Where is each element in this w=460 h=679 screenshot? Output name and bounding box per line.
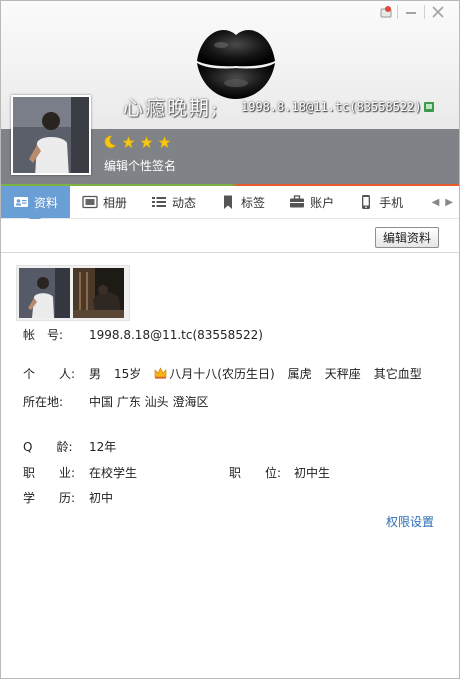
moon-icon (104, 135, 117, 149)
job-row: 职 业: 在校学生 职 位: 初中生 (23, 464, 330, 481)
tab-tags[interactable]: 标签 (208, 186, 277, 218)
location-value: 中国 广东 汕头 澄海区 (89, 395, 209, 409)
education-row: 学 历: 初中 (23, 489, 113, 506)
field-label: 学 历: (23, 491, 76, 505)
zodiac-value: 属虎 (287, 367, 312, 381)
q-age-value: 12年 (89, 440, 117, 454)
avatar[interactable] (11, 95, 91, 175)
tab-album[interactable]: 相册 (70, 186, 139, 218)
edit-profile-button[interactable]: 编辑资料 (374, 227, 439, 248)
photo-strip (16, 265, 130, 321)
tab-label: 标签 (241, 195, 266, 210)
tab-label: 相册 (103, 195, 128, 210)
field-label: 个 人: (23, 367, 76, 381)
tab-label: 账户 (310, 195, 335, 210)
field-label: Q 龄: (23, 440, 73, 454)
permission-settings-link[interactable]: 权限设置 (386, 513, 434, 530)
chevron-right-icon[interactable]: ▶ (445, 197, 453, 208)
minimize-icon[interactable] (398, 3, 424, 21)
lips-cover-image (197, 30, 275, 99)
gender-value: 男 (89, 367, 102, 381)
profile-card-icon (14, 197, 28, 207)
education-value: 初中 (89, 491, 114, 505)
tab-mobile[interactable]: 手机 (346, 186, 415, 218)
close-icon[interactable] (425, 3, 451, 21)
tab-profile[interactable]: 资料 (1, 186, 71, 224)
tab-label: 资料 (34, 195, 59, 210)
job-value: 在校学生 (89, 466, 138, 480)
wallet-icon (290, 195, 305, 208)
photo-thumbnail[interactable] (19, 268, 70, 318)
tab-label: 动态 (172, 195, 197, 210)
position-value: 初中生 (294, 466, 331, 480)
crown-icon (154, 367, 167, 379)
birthday-value: 八月十八(农历生日) (154, 365, 275, 382)
profile-header: 心瘾晚期; 1998.8.18@11.tc(83558522) 编辑个性签名 (1, 1, 459, 186)
chevron-left-icon[interactable]: ◀ (432, 197, 440, 208)
field-label: 帐 号: (23, 328, 64, 342)
photo-album-icon (82, 195, 98, 209)
birthday-text: 八月十八(农历生日) (169, 367, 275, 381)
star-icon (140, 135, 153, 149)
age-value: 15岁 (114, 367, 142, 381)
account-line: 1998.8.18@11.tc(83558522) (241, 100, 422, 114)
constellation-value: 天秤座 (324, 367, 361, 381)
field-label: 所在地: (23, 395, 64, 409)
account-value: 1998.8.18@11.tc(83558522) (89, 328, 263, 342)
personal-row: 个 人: 男 15岁 八月十八(农历生日) 属虎 天秤座 其它血型 (23, 365, 422, 382)
nickname: 心瘾晚期; (123, 96, 220, 120)
star-icon (122, 135, 135, 149)
tab-label: 手机 (379, 195, 404, 210)
field-label: 职 位: (229, 466, 282, 480)
photo-thumbnail[interactable] (73, 268, 124, 318)
bookmark-tag-icon (224, 195, 233, 209)
level-indicator[interactable] (103, 135, 171, 149)
location-row: 所在地: 中国 广东 汕头 澄海区 (23, 393, 208, 410)
mobile-online-icon[interactable] (423, 101, 435, 113)
window-controls (375, 3, 451, 21)
field-label: 职 业: (23, 466, 76, 480)
mobile-phone-icon (362, 195, 371, 209)
profile-toolbar: 编辑资料 (1, 219, 459, 253)
star-icon (158, 135, 171, 149)
account-row: 帐 号: 1998.8.18@11.tc(83558522) (23, 326, 263, 343)
skin-icon[interactable] (375, 3, 397, 21)
edit-signature-link[interactable]: 编辑个性签名 (104, 157, 176, 174)
profile-tabs: 资料 相册 动态 标签 账户 手机 ◀ ▶ (1, 186, 459, 224)
feed-list-icon (152, 197, 167, 207)
blood-type-value: 其它血型 (373, 367, 422, 381)
q-age-row: Q 龄: 12年 (23, 438, 116, 455)
tab-feed[interactable]: 动态 (139, 186, 208, 218)
tab-scroll-arrows: ◀ ▶ (432, 186, 459, 218)
profile-window: 心瘾晚期; 1998.8.18@11.tc(83558522) 编辑个性签名 资… (0, 0, 460, 679)
tab-account[interactable]: 账户 (277, 186, 346, 218)
